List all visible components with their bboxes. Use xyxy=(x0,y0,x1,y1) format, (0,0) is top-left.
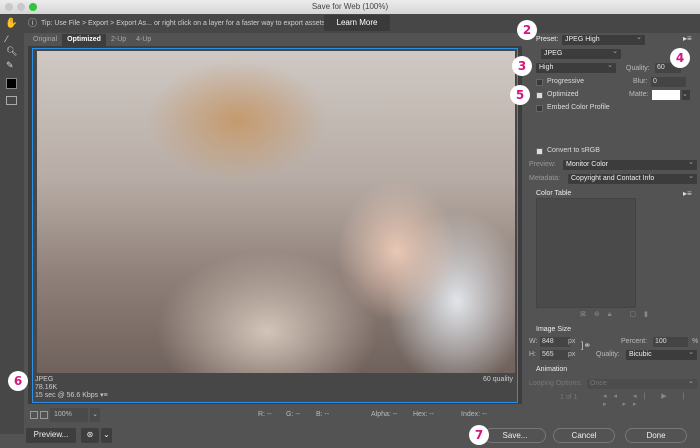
width-field[interactable]: 848 xyxy=(540,337,570,347)
green-readout: G: -- xyxy=(286,411,300,418)
embed-color-profile-label: Embed Color Profile xyxy=(547,104,610,111)
animation-controls[interactable]: ◂◂ ◂| ▶ |▸ ▸▸ xyxy=(603,392,700,408)
preview-color-select[interactable]: Monitor Color xyxy=(563,158,697,170)
convert-srgb-checkbox[interactable] xyxy=(536,148,543,155)
matte-color-swatch[interactable] xyxy=(652,90,680,100)
frame-counter: 1 of 1 xyxy=(560,394,578,401)
progressive-checkbox[interactable] xyxy=(536,79,543,86)
eyedropper-tool-icon[interactable]: ✎ xyxy=(6,60,14,71)
preset-select[interactable]: JPEG High xyxy=(562,33,645,45)
quality-label: Quality: xyxy=(626,65,650,72)
download-speed-menu-icon[interactable]: ▾≡ xyxy=(100,392,108,399)
matte-dropdown-icon[interactable]: ⌄ xyxy=(682,90,690,100)
hex-readout: Hex: -- xyxy=(413,411,434,418)
download-time: 15 sec @ 56.6 Kbps xyxy=(35,392,99,399)
window-title: Save for Web (100%) xyxy=(311,2,389,11)
color-table-title: Color Table xyxy=(536,190,572,197)
width-unit: px xyxy=(568,338,576,345)
width-label: W: xyxy=(529,338,538,345)
tab-original[interactable]: Original xyxy=(28,34,62,46)
zoom-dropdown-icon[interactable]: ⌄ xyxy=(90,408,100,422)
optimized-label: Optimized xyxy=(547,91,579,98)
preview-image xyxy=(37,51,515,373)
callout-marker-2: 2 xyxy=(517,20,537,40)
color-table-menu-icon[interactable]: ▸≡ xyxy=(683,189,692,198)
tab-2-up[interactable]: 2-Up xyxy=(106,34,131,46)
toggle-slices-icon[interactable] xyxy=(6,96,17,105)
callout-marker-7: 7 xyxy=(469,425,489,445)
embed-color-profile-checkbox[interactable] xyxy=(536,105,543,112)
compression-quality-select[interactable]: High xyxy=(536,61,616,73)
view-tabs: Original Optimized 2-Up 4-Up xyxy=(28,34,156,46)
browser-dropdown-icon[interactable]: ⌄ xyxy=(101,428,112,443)
tab-4-up[interactable]: 4-Up xyxy=(131,34,156,46)
color-table xyxy=(536,198,636,308)
image-format: JPEG xyxy=(35,376,54,383)
progressive-label: Progressive xyxy=(547,78,584,85)
preview-label: Preview: xyxy=(529,161,556,168)
percent-unit: % xyxy=(692,338,699,345)
zoom-tool-icon[interactable]: 🔍︎ xyxy=(6,46,17,57)
percent-field[interactable]: 100 xyxy=(653,337,688,347)
metadata-select[interactable]: Copyright and Contact Info xyxy=(568,172,697,184)
blur-field[interactable]: 0 xyxy=(651,77,686,87)
optimized-checkbox[interactable] xyxy=(536,92,543,99)
close-window-button[interactable] xyxy=(5,3,13,11)
zoom-level-field[interactable]: 100% xyxy=(50,408,88,422)
callout-marker-3: 3 xyxy=(512,56,532,76)
image-quality-info: 60 quality xyxy=(483,376,513,383)
image-file-size: 78.16K xyxy=(35,384,58,391)
looping-select[interactable]: Once xyxy=(587,377,697,389)
callout-marker-5: 5 xyxy=(510,85,530,105)
color-table-actions[interactable]: ⊠⊛🔒︎ ▢▮ xyxy=(580,310,656,319)
image-size-title: Image Size xyxy=(536,326,572,333)
metadata-label: Metadata: xyxy=(529,175,561,182)
status-bar: 100% ⌄ R: -- G: -- B: -- Alpha: -- Hex: … xyxy=(28,408,522,422)
browser-preview-icon[interactable]: ⊛ xyxy=(81,428,99,443)
height-label: H: xyxy=(529,351,536,358)
tip-text: Tip: Use File > Export > Export As... or… xyxy=(41,20,326,27)
blue-readout: B: -- xyxy=(316,411,330,418)
callout-marker-4: 4 xyxy=(670,48,690,68)
preset-label: Preset: xyxy=(536,36,559,43)
info-icon: ⓘ xyxy=(28,18,38,28)
minimize-window-button[interactable] xyxy=(17,3,25,11)
tab-optimized[interactable]: Optimized xyxy=(62,34,106,46)
preview-button[interactable]: Preview... xyxy=(26,428,76,443)
animation-title: Animation xyxy=(536,366,568,373)
zoom-out-button[interactable] xyxy=(30,411,38,419)
optimize-menu-icon[interactable]: ▸≡ xyxy=(683,34,692,43)
format-select[interactable]: JPEG xyxy=(541,47,621,59)
eyedropper-color-swatch[interactable] xyxy=(6,78,17,89)
resample-quality-select[interactable]: Bicubic xyxy=(626,348,697,360)
title-bar: Save for Web (100%) xyxy=(0,0,700,14)
blur-label: Blur: xyxy=(633,78,648,85)
hand-tool-icon[interactable]: ✋ xyxy=(5,18,17,29)
zoom-window-button[interactable] xyxy=(29,3,37,11)
percent-label: Percent: xyxy=(621,338,648,345)
resample-quality-label: Quality: xyxy=(596,351,620,358)
callout-marker-6: 6 xyxy=(8,371,28,391)
optimize-settings-panel: Preset: JPEG High ▸≡ JPEG High Quality: … xyxy=(525,14,700,434)
image-info: JPEG 78.16K 15 sec @ 56.6 Kbps ▾≡ xyxy=(35,376,108,400)
alpha-readout: Alpha: -- xyxy=(371,411,398,418)
zoom-in-button[interactable] xyxy=(40,411,48,419)
index-readout: Index: -- xyxy=(461,411,487,418)
slice-select-tool-icon[interactable]: ⁄ xyxy=(6,34,8,44)
learn-more-button[interactable]: Learn More xyxy=(324,15,390,31)
matte-label: Matte: xyxy=(629,91,649,98)
height-unit: px xyxy=(568,351,576,358)
optimized-preview-frame[interactable]: JPEG 78.16K 15 sec @ 56.6 Kbps ▾≡ 60 qua… xyxy=(32,48,518,403)
height-field[interactable]: 565 xyxy=(540,350,570,360)
convert-srgb-label: Convert to sRGB xyxy=(547,147,600,154)
red-readout: R: -- xyxy=(258,411,272,418)
looping-label: Looping Options: xyxy=(529,380,582,387)
link-dimensions-icon[interactable]: ]⚭ xyxy=(581,340,591,351)
